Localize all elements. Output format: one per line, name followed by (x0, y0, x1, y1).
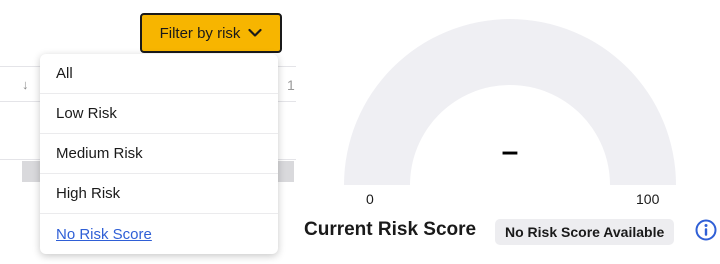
risk-filter-dropdown: All Low Risk Medium Risk High Risk No Ri… (40, 54, 278, 254)
gauge-value: – (501, 135, 519, 168)
dropdown-option-no-risk-score[interactable]: No Risk Score (40, 214, 278, 254)
dropdown-option-medium-risk[interactable]: Medium Risk (40, 134, 278, 174)
gauge-min-label: 0 (366, 191, 374, 207)
risk-score-status-badge: No Risk Score Available (495, 219, 675, 245)
dropdown-option-high-risk[interactable]: High Risk (40, 174, 278, 214)
current-risk-score-title: Current Risk Score (304, 219, 477, 240)
gauge-max-label: 100 (636, 191, 660, 207)
table-cell-partial-value: 1 (287, 77, 295, 93)
filter-button-label: Filter by risk (159, 24, 241, 42)
info-icon[interactable] (695, 219, 717, 241)
dropdown-option-all[interactable]: All (40, 54, 278, 94)
sort-arrow-down-icon[interactable]: ↓ (22, 77, 29, 92)
chevron-down-icon (248, 28, 263, 37)
filter-by-risk-button[interactable]: Filter by risk (140, 13, 282, 53)
dropdown-option-low-risk[interactable]: Low Risk (40, 94, 278, 134)
